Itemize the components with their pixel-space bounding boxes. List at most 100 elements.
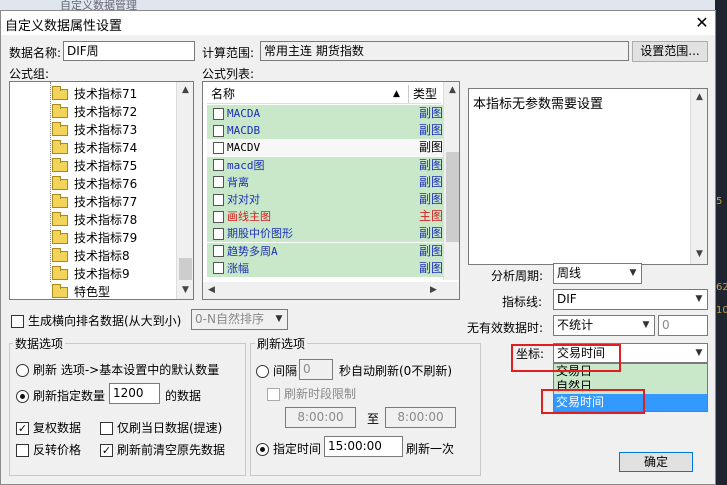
check-icon[interactable]: ✓	[100, 444, 113, 457]
formula-row[interactable]: 对对对 副图	[207, 191, 443, 208]
tree-item[interactable]: 技术指标75	[52, 157, 137, 175]
formula-name: 趋势多周A	[227, 244, 278, 258]
tree-item[interactable]: 技术指标9	[52, 265, 130, 283]
col-name-header[interactable]: 名称	[211, 85, 235, 103]
scroll-left-icon[interactable]: ◀	[203, 282, 220, 299]
time-from-input[interactable]: 8:00:00	[285, 407, 356, 428]
tree-item[interactable]: 技术指标78	[52, 211, 137, 229]
tree-item[interactable]: 技术指标74	[52, 139, 137, 157]
today-checkbox[interactable]: 仅刷当日数据(提速)	[100, 419, 222, 436]
check-icon[interactable]: ✓	[16, 422, 29, 435]
radio-default-count[interactable]: 刷新 选项->基本设置中的默认数量	[16, 361, 219, 378]
radio-specified-count[interactable]: 刷新指定数量	[16, 387, 105, 404]
formula-row[interactable]: 画线主图 主图叠	[207, 208, 443, 226]
description-text: 本指标无参数需要设置	[473, 97, 604, 112]
limit-label: 刷新时段限制	[284, 387, 357, 401]
scroll-down-icon[interactable]: ▼	[177, 282, 193, 299]
tree-item[interactable]: 技术指标71	[52, 85, 137, 103]
invalid-number-input[interactable]: 0	[658, 315, 708, 336]
scroll-right-icon[interactable]: ▶	[425, 282, 442, 299]
reverse-checkbox[interactable]: 反转价格	[16, 441, 81, 458]
formula-type: 副图	[419, 123, 443, 138]
formula-row[interactable]: 涨幅 副图	[207, 259, 443, 277]
formula-row[interactable]: MACDV 副图	[207, 139, 443, 157]
scroll-up-icon[interactable]: ▲	[177, 82, 193, 99]
restore-label: 复权数据	[33, 421, 82, 435]
restore-checkbox[interactable]: ✓ 复权数据	[16, 419, 81, 436]
description-scrollbar[interactable]: ▲ ▼	[690, 89, 707, 264]
rank-checkbox[interactable]: 生成横向排名数据(从大到小)	[11, 312, 181, 329]
ok-button[interactable]: 确定	[619, 452, 693, 472]
clear-checkbox[interactable]: ✓ 刷新前清空原先数据	[100, 441, 225, 458]
invalid-select[interactable]: 不统计 ▼	[553, 315, 655, 336]
radio-icon[interactable]	[16, 364, 29, 377]
range-field: 常用主连 期货指数	[260, 41, 629, 61]
tree-item[interactable]: 技术指标79	[52, 229, 137, 247]
scroll-thumb[interactable]	[179, 258, 192, 280]
title-bar[interactable]: 自定义数据属性设置 ✕	[1, 11, 715, 35]
formula-type: 副图	[419, 106, 443, 120]
count-input[interactable]: 1200	[109, 383, 160, 404]
scroll-down-icon[interactable]: ▼	[691, 246, 707, 263]
scroll-up-icon[interactable]: ▲	[691, 89, 707, 106]
folder-icon	[52, 176, 68, 190]
formula-group-tree[interactable]: 技术指标71 技术指标72 技术指标73 技术指标74 技术指标75 技术指标76 技术指标…	[9, 81, 194, 300]
checkbox-icon[interactable]	[100, 422, 113, 435]
radio-interval[interactable]: 间隔	[256, 362, 297, 379]
formula-row[interactable]: 背离 副图	[207, 173, 443, 191]
tree-scrollbar[interactable]: ▲ ▼	[176, 82, 193, 299]
formula-type: 副图	[419, 243, 443, 258]
radio-icon[interactable]	[16, 390, 29, 403]
chevron-down-icon[interactable]: ▼	[271, 310, 287, 329]
tree-item[interactable]: 特色型	[52, 283, 110, 299]
formula-type: 副图	[419, 157, 443, 172]
formula-doc-icon	[213, 262, 224, 275]
set-range-button[interactable]: 设置范围...	[632, 41, 708, 62]
time-to-input[interactable]: 8:00:00	[385, 407, 456, 428]
rank-value: 0-N自然排序	[195, 312, 264, 326]
radio-specified-time[interactable]: 指定时间	[256, 440, 321, 457]
tree-item[interactable]: 技术指标73	[52, 121, 137, 139]
data-name-input[interactable]: DIF周	[63, 41, 195, 61]
formula-row[interactable]: 期股中价图形 副图	[207, 225, 443, 243]
rank-select[interactable]: 0-N自然排序 ▼	[191, 309, 288, 330]
checkbox-icon[interactable]	[16, 444, 29, 457]
scroll-up-icon[interactable]: ▲	[444, 82, 459, 99]
list-hscrollbar[interactable]: ◀ ▶	[203, 282, 459, 299]
chevron-down-icon[interactable]: ▼	[638, 316, 654, 335]
tree-item[interactable]: 技术指标8	[52, 247, 130, 265]
chevron-down-icon[interactable]: ▼	[625, 264, 641, 283]
formula-doc-icon	[213, 227, 224, 240]
tree-item[interactable]: 技术指标76	[52, 175, 137, 193]
folder-icon	[52, 158, 68, 172]
description-box: 本指标无参数需要设置 ▲ ▼	[468, 88, 708, 265]
formula-row[interactable]: 趋势多周A 副图	[207, 242, 443, 260]
period-select[interactable]: 周线 ▼	[553, 263, 642, 284]
formula-doc-icon	[213, 141, 224, 154]
chevron-down-icon[interactable]: ▼	[691, 290, 707, 309]
list-vscrollbar[interactable]: ▲	[443, 82, 459, 280]
interval-input[interactable]: 0	[299, 359, 333, 380]
strip-value: 62	[716, 282, 727, 293]
checkbox-icon[interactable]	[11, 315, 24, 328]
formula-row[interactable]: MACDB 副图	[207, 122, 443, 140]
radio-icon[interactable]	[256, 365, 269, 378]
formula-row[interactable]: MACDA 副图	[207, 105, 443, 122]
close-icon[interactable]: ✕	[691, 12, 713, 34]
to-label: 至	[367, 412, 380, 426]
tree-item[interactable]: 技术指标77	[52, 193, 137, 211]
scroll-thumb[interactable]	[446, 152, 459, 242]
formula-type: 副图	[419, 260, 443, 275]
tree-item[interactable]: 技术指标72	[52, 103, 137, 121]
formula-row[interactable]: macd图 副图	[207, 156, 443, 174]
chevron-down-icon[interactable]: ▼	[691, 344, 707, 362]
list-rows: MACDA 副图 MACDB 副图 MACDV 副图 macd图 副图 背离 副图 对对对 副图 画线主…	[207, 105, 443, 290]
radio-icon[interactable]	[256, 443, 269, 456]
formula-list[interactable]: 名称 ▲ 类型 MACDA 副图 MACDB 副图 MACDV 副图 macd图 副图 背离 副图…	[202, 81, 460, 300]
specified-time-input[interactable]: 15:00:00	[324, 436, 403, 457]
col-type-header[interactable]: 类型	[413, 85, 437, 103]
line-select[interactable]: DIF ▼	[553, 289, 708, 310]
limit-checkbox[interactable]: 刷新时段限制	[267, 385, 356, 402]
period-value: 周线	[557, 266, 582, 280]
checkbox-icon[interactable]	[267, 388, 280, 401]
